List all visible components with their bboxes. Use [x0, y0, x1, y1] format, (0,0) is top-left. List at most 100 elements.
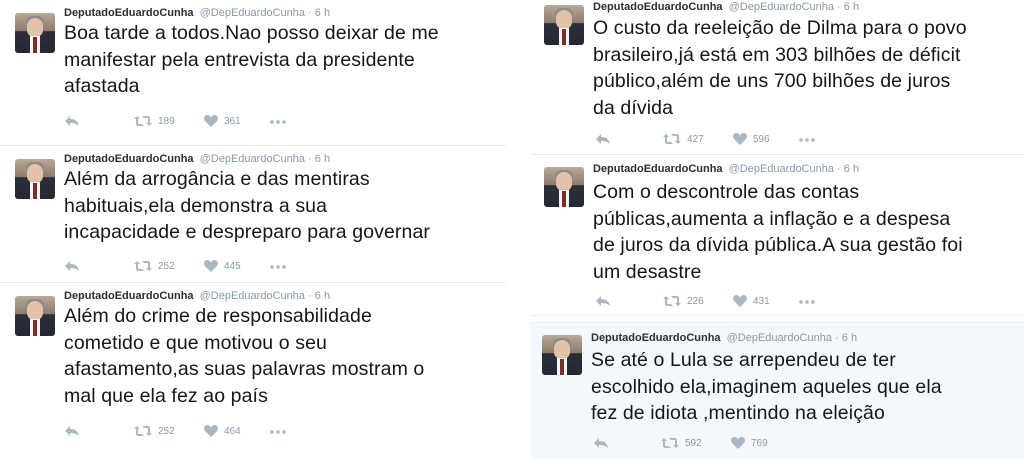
- more-button[interactable]: [799, 300, 815, 304]
- avatar[interactable]: [15, 13, 55, 53]
- tweet-text: Se até o Lula se arrependeu de ter escol…: [591, 349, 942, 424]
- retweet-button[interactable]: 252: [134, 425, 175, 437]
- tweet-card[interactable]: DeputadoEduardoCunha @DepEduardoCunha · …: [0, 0, 506, 146]
- retweet-icon: [661, 438, 679, 448]
- avatar[interactable]: [15, 296, 55, 336]
- like-count: 445: [224, 260, 241, 272]
- like-count: 464: [224, 425, 241, 437]
- timestamp[interactable]: 6 h: [315, 290, 330, 302]
- reply-button[interactable]: [64, 115, 80, 127]
- like-button[interactable]: 769: [731, 437, 768, 449]
- more-icon: [799, 300, 815, 304]
- tweet-text: Com o descontrole das contas públicas,au…: [593, 181, 963, 283]
- retweet-icon: [134, 261, 152, 271]
- tweet-card[interactable]: DeputadoEduardoCunha @DepEduardoCunha · …: [532, 157, 1024, 316]
- more-icon: [270, 430, 286, 434]
- reply-icon: [65, 426, 79, 436]
- heart-icon: [204, 425, 218, 437]
- like-count: 431: [753, 295, 770, 307]
- separator: ·: [835, 332, 839, 344]
- like-button[interactable]: 445: [204, 260, 241, 272]
- retweet-icon: [134, 426, 152, 436]
- heart-icon: [204, 260, 218, 272]
- avatar[interactable]: [542, 335, 582, 375]
- tweet-card[interactable]: DeputadoEduardoCunha @DepEduardoCunha · …: [0, 146, 506, 283]
- reply-button[interactable]: [593, 437, 609, 449]
- timestamp[interactable]: 6 h: [844, 1, 859, 13]
- like-button[interactable]: 431: [733, 295, 770, 307]
- tweet-header: DeputadoEduardoCunha @DepEduardoCunha · …: [64, 153, 330, 165]
- tweet-header: DeputadoEduardoCunha @DepEduardoCunha · …: [593, 1, 859, 13]
- avatar[interactable]: [544, 5, 584, 45]
- heart-icon: [204, 115, 218, 127]
- heart-icon: [733, 295, 747, 307]
- separator: ·: [308, 7, 312, 19]
- timestamp[interactable]: 6 h: [844, 163, 859, 175]
- tweet-card[interactable]: DeputadoEduardoCunha @DepEduardoCunha · …: [532, 0, 1024, 155]
- tweet-header: DeputadoEduardoCunha @DepEduardoCunha · …: [591, 332, 857, 344]
- tweet-text: Além da arrogância e das mentiras habitu…: [64, 168, 430, 243]
- tweet-text: Boa tarde a todos.Nao posso deixar de me…: [64, 22, 439, 97]
- more-icon: [270, 265, 286, 269]
- retweet-icon: [663, 134, 681, 144]
- like-button[interactable]: 361: [204, 115, 241, 127]
- reply-icon: [65, 261, 79, 271]
- author-name[interactable]: DeputadoEduardoCunha: [593, 1, 723, 13]
- author-handle[interactable]: @DepEduardoCunha: [729, 1, 834, 13]
- retweet-count: 252: [158, 260, 175, 272]
- retweet-count: 226: [687, 295, 704, 307]
- timestamp[interactable]: 6 h: [315, 153, 330, 165]
- retweet-count: 592: [685, 437, 702, 449]
- like-button[interactable]: 596: [733, 133, 770, 145]
- author-name[interactable]: DeputadoEduardoCunha: [64, 7, 194, 19]
- tweet-header: DeputadoEduardoCunha @DepEduardoCunha · …: [593, 163, 859, 175]
- avatar[interactable]: [544, 167, 584, 207]
- author-handle[interactable]: @DepEduardoCunha: [200, 7, 305, 19]
- retweet-count: 427: [687, 133, 704, 145]
- author-handle[interactable]: @DepEduardoCunha: [200, 290, 305, 302]
- author-handle[interactable]: @DepEduardoCunha: [729, 163, 834, 175]
- author-name[interactable]: DeputadoEduardoCunha: [593, 163, 723, 175]
- tweet-card[interactable]: DeputadoEduardoCunha @DepEduardoCunha · …: [0, 283, 506, 459]
- heart-icon: [733, 133, 747, 145]
- author-name[interactable]: DeputadoEduardoCunha: [64, 290, 194, 302]
- retweet-icon: [663, 296, 681, 306]
- author-handle[interactable]: @DepEduardoCunha: [727, 332, 832, 344]
- retweet-count: 189: [158, 115, 175, 127]
- retweet-button[interactable]: 189: [134, 115, 175, 127]
- more-button[interactable]: [270, 265, 286, 269]
- tweet-text: O custo da reeleição de Dilma para o pov…: [593, 17, 967, 119]
- retweet-button[interactable]: 592: [661, 437, 702, 449]
- reply-button[interactable]: [64, 425, 80, 437]
- reply-button[interactable]: [595, 295, 611, 307]
- more-button[interactable]: [799, 138, 815, 142]
- reply-icon: [596, 134, 610, 144]
- separator: ·: [308, 153, 312, 165]
- heart-icon: [731, 437, 745, 449]
- like-button[interactable]: 464: [204, 425, 241, 437]
- more-icon: [799, 138, 815, 142]
- retweet-button[interactable]: 252: [134, 260, 175, 272]
- like-count: 361: [224, 115, 241, 127]
- retweet-count: 252: [158, 425, 175, 437]
- reply-button[interactable]: [595, 133, 611, 145]
- more-icon: [270, 120, 286, 124]
- separator: ·: [308, 290, 312, 302]
- retweet-button[interactable]: 226: [663, 295, 704, 307]
- tweet-card[interactable]: DeputadoEduardoCunha @DepEduardoCunha · …: [530, 322, 1024, 459]
- more-button[interactable]: [270, 120, 286, 124]
- like-count: 596: [753, 133, 770, 145]
- author-name[interactable]: DeputadoEduardoCunha: [64, 153, 194, 165]
- avatar[interactable]: [15, 159, 55, 199]
- author-handle[interactable]: @DepEduardoCunha: [200, 153, 305, 165]
- retweet-button[interactable]: 427: [663, 133, 704, 145]
- timestamp[interactable]: 6 h: [842, 332, 857, 344]
- reply-button[interactable]: [64, 260, 80, 272]
- author-name[interactable]: DeputadoEduardoCunha: [591, 332, 721, 344]
- tweet-text: Além do crime de responsabilidade cometi…: [64, 305, 425, 407]
- like-count: 769: [751, 437, 768, 449]
- timestamp[interactable]: 6 h: [315, 7, 330, 19]
- retweet-icon: [134, 116, 152, 126]
- more-button[interactable]: [270, 430, 286, 434]
- reply-icon: [596, 296, 610, 306]
